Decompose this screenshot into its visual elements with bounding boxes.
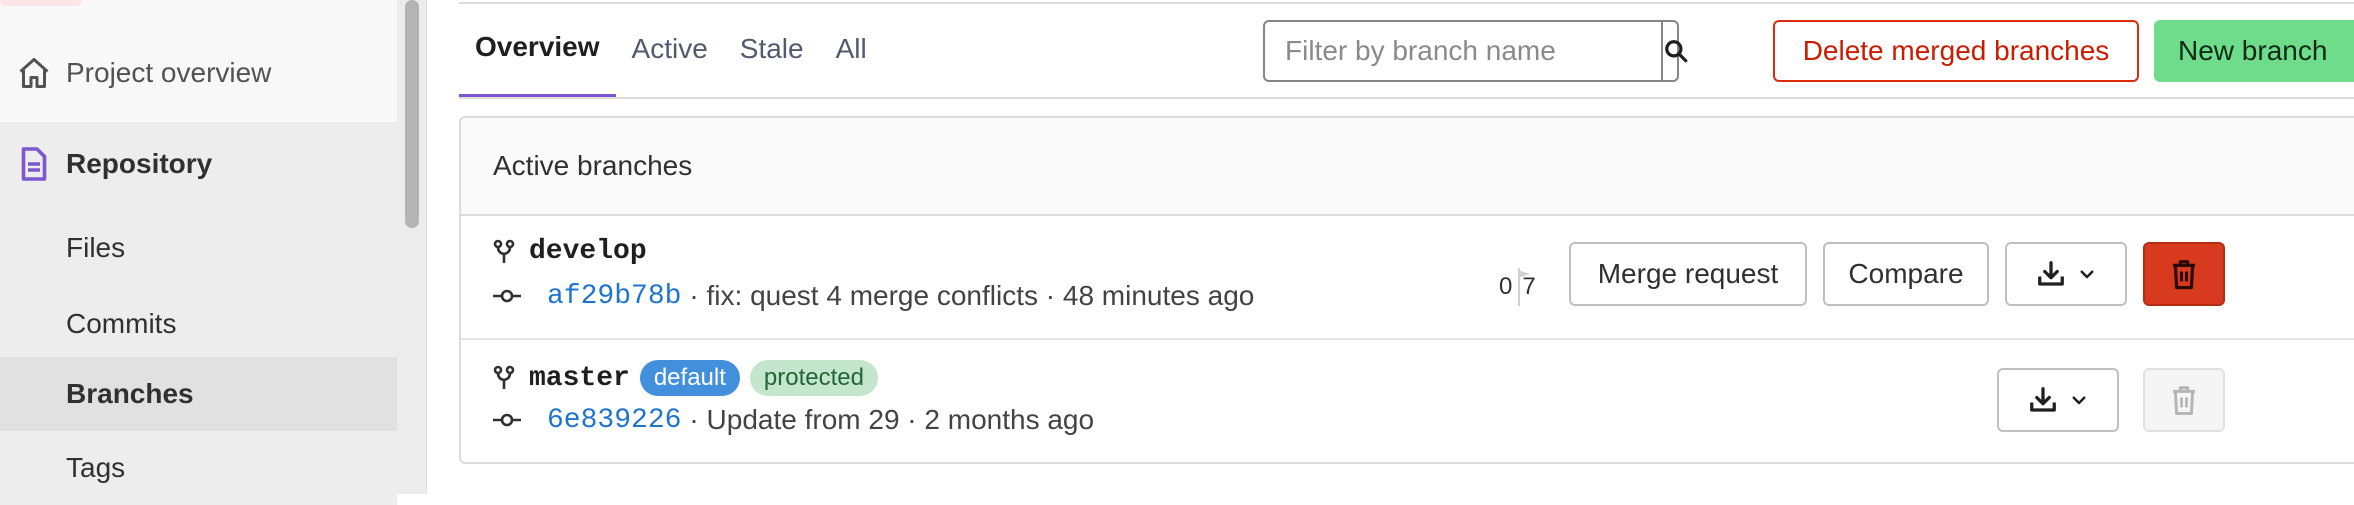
chevron-down-icon: [2072, 396, 2086, 405]
branch-icon: [493, 365, 515, 389]
tab-stale[interactable]: Stale: [724, 0, 820, 98]
chevron-down-icon: [2080, 270, 2094, 279]
branch-name[interactable]: develop: [529, 236, 647, 267]
protected-badge: protected: [749, 360, 878, 396]
divergence-graph: 0 7: [1499, 268, 1536, 306]
merge-request-button[interactable]: Merge request: [1569, 242, 1807, 306]
commit-message: · fix: quest 4 merge conflicts · 48 minu…: [689, 280, 1255, 311]
branch-icon: [493, 239, 515, 263]
behind-count: 0: [1499, 273, 1513, 300]
document-icon: [21, 147, 47, 181]
trash-icon: [2172, 386, 2196, 416]
sidebar-item-branches[interactable]: Branches: [0, 357, 397, 431]
search-button[interactable]: [1661, 22, 1689, 80]
download-dropdown[interactable]: [2005, 242, 2127, 306]
download-icon: [2038, 261, 2064, 286]
search-icon: [1665, 40, 1688, 63]
commit-icon: [493, 413, 521, 427]
divergence-separator: [1518, 268, 1531, 306]
sidebar: Project overview Repository Files Commit…: [0, 0, 397, 505]
sidebar-top-indicator: [0, 0, 82, 6]
sidebar-item-label: Tags: [66, 452, 126, 483]
default-badge: default: [639, 360, 740, 396]
branch-name[interactable]: master: [529, 363, 630, 394]
branch-row-master: master default protected 6e839226 · Upda…: [461, 340, 2354, 462]
compare-button[interactable]: Compare: [1823, 242, 1989, 306]
sidebar-item-repository[interactable]: Repository: [0, 122, 397, 206]
commit-sha-link[interactable]: af29b78b: [547, 281, 681, 312]
main-content: Overview Active Stale All Delete merged …: [427, 0, 2354, 494]
commit-sha-link[interactable]: 6e839226: [547, 405, 681, 436]
sidebar-item-files[interactable]: Files: [0, 206, 397, 290]
tab-overview[interactable]: Overview: [459, 0, 616, 98]
sidebar-item-project-overview[interactable]: Project overview: [0, 40, 397, 106]
sidebar-item-label: Repository: [66, 148, 213, 179]
trash-icon: [2172, 260, 2196, 290]
download-icon: [2030, 387, 2056, 412]
branch-tabs: Overview Active Stale All: [459, 0, 883, 98]
branch-filter-input[interactable]: [1265, 22, 1661, 80]
divider: [459, 97, 2354, 99]
branch-filter: [1263, 20, 1688, 82]
commit-message: · Update from 29 · 2 months ago: [689, 404, 1095, 435]
sidebar-item-commits[interactable]: Commits: [0, 290, 397, 358]
sidebar-item-label: Project overview: [66, 57, 272, 88]
branch-row-develop: develop af29b78b · fix: quest 4 merge co…: [461, 216, 2354, 340]
panel-title: Active branches: [461, 118, 2354, 216]
home-icon: [19, 58, 49, 88]
delete-branch-button-disabled[interactable]: [2143, 368, 2225, 432]
sidebar-scrollbar-thumb[interactable]: [405, 0, 419, 228]
sidebar-item-label: Commits: [66, 308, 177, 339]
download-dropdown[interactable]: [1997, 368, 2119, 432]
sidebar-item-label: Files: [66, 232, 126, 263]
delete-branch-button[interactable]: [2143, 242, 2225, 306]
commit-icon: [493, 289, 521, 303]
new-branch-button[interactable]: New branch: [2154, 20, 2354, 82]
tab-all[interactable]: All: [820, 0, 883, 98]
tab-active[interactable]: Active: [616, 0, 724, 98]
sidebar-item-label: Branches: [66, 378, 194, 409]
active-branches-panel: Active branches develop af29b78b · fix: …: [459, 116, 2354, 464]
delete-merged-branches-button[interactable]: Delete merged branches: [1773, 20, 2139, 82]
